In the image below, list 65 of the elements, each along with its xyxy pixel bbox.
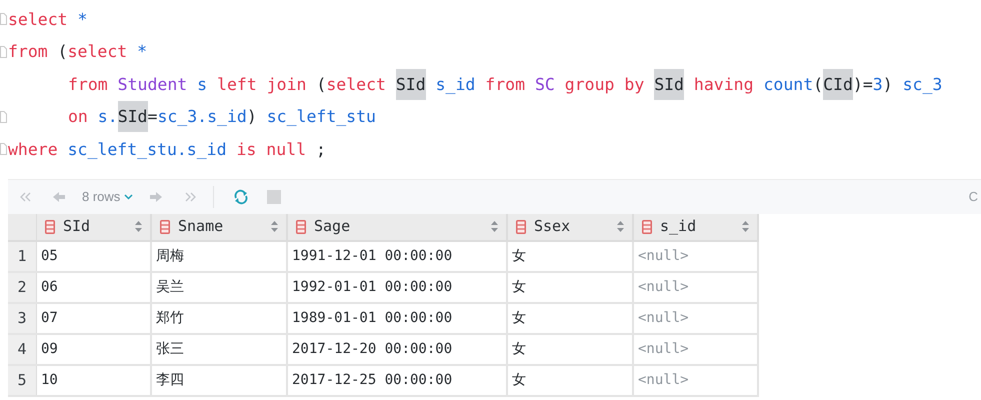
table-cell: 2017-12-20 00:00:00 bbox=[288, 334, 508, 364]
column-title: Ssex bbox=[534, 216, 570, 238]
previous-arrow-icon[interactable] bbox=[52, 190, 66, 202]
code-line: select * bbox=[8, 8, 88, 31]
refresh-icon[interactable] bbox=[233, 188, 250, 204]
table-cell: 1992-01-01 00:00:00 bbox=[288, 272, 508, 302]
table-cell: 李四 bbox=[152, 366, 288, 394]
column-header[interactable]: SId bbox=[37, 214, 152, 240]
table-cell: <null> bbox=[634, 304, 759, 332]
fold-icon[interactable] bbox=[0, 110, 7, 123]
column-title: s_id bbox=[660, 216, 696, 238]
column-header[interactable]: s_id bbox=[634, 214, 759, 240]
table-cell: 女 bbox=[508, 366, 634, 394]
row-number: 3 bbox=[8, 304, 37, 332]
table-cell: 周梅 bbox=[152, 242, 288, 270]
table-cell: <null> bbox=[634, 334, 759, 364]
column-title: Sage bbox=[314, 216, 350, 238]
sort-icon[interactable] bbox=[742, 221, 749, 232]
table-cell: 女 bbox=[508, 304, 634, 332]
fold-icon[interactable] bbox=[0, 143, 7, 156]
table-cell: 张三 bbox=[152, 334, 288, 364]
column-icon bbox=[516, 220, 526, 234]
caret-icon bbox=[124, 194, 134, 200]
table-cell: 1989-01-01 00:00:00 bbox=[288, 304, 508, 332]
table-cell: 女 bbox=[508, 242, 634, 270]
row-number: 2 bbox=[8, 272, 37, 302]
table-cell: 女 bbox=[508, 334, 634, 364]
first-page-icon[interactable] bbox=[20, 192, 32, 202]
column-header[interactable]: Sname bbox=[152, 214, 288, 240]
column-icon bbox=[45, 220, 55, 234]
table-cell: 07 bbox=[37, 304, 152, 332]
column-icon bbox=[296, 220, 306, 234]
sort-icon[interactable] bbox=[491, 221, 498, 232]
sort-icon[interactable] bbox=[271, 221, 278, 232]
sort-icon[interactable] bbox=[135, 221, 142, 232]
sort-icon[interactable] bbox=[617, 221, 624, 232]
table-cell: 06 bbox=[37, 272, 152, 302]
table-cell: 09 bbox=[37, 334, 152, 364]
column-icon bbox=[642, 220, 652, 234]
next-arrow-icon[interactable] bbox=[149, 190, 164, 202]
table-cell: <null> bbox=[634, 242, 759, 270]
code-line: from (select * bbox=[8, 41, 148, 64]
column-header[interactable]: Sage bbox=[288, 214, 508, 240]
column-header[interactable]: Ssex bbox=[508, 214, 634, 240]
fold-icon[interactable] bbox=[0, 13, 7, 26]
row-number: 4 bbox=[8, 334, 37, 364]
table-cell: 女 bbox=[508, 272, 634, 302]
table-cell: <null> bbox=[634, 366, 759, 394]
code-line: where sc_left_stu.s_id is null ; bbox=[8, 138, 326, 161]
row-number: 1 bbox=[8, 242, 37, 270]
table-cell: 1991-12-01 00:00:00 bbox=[288, 242, 508, 270]
table-cell: <null> bbox=[634, 272, 759, 302]
table-cell: 2017-12-25 00:00:00 bbox=[288, 366, 508, 394]
column-title: Sname bbox=[178, 216, 224, 238]
table-cell: 10 bbox=[37, 366, 152, 394]
stop-icon[interactable] bbox=[267, 190, 282, 204]
fold-icon[interactable] bbox=[0, 46, 7, 58]
table-cell: 05 bbox=[37, 242, 152, 270]
row-number: 5 bbox=[8, 366, 37, 394]
column-icon bbox=[160, 220, 170, 234]
last-page-icon[interactable] bbox=[185, 192, 198, 202]
table-cell: 吴兰 bbox=[152, 272, 288, 302]
column-title: SId bbox=[63, 216, 90, 238]
toolbar-text: C bbox=[968, 188, 978, 206]
table-cell: 郑竹 bbox=[152, 304, 288, 332]
